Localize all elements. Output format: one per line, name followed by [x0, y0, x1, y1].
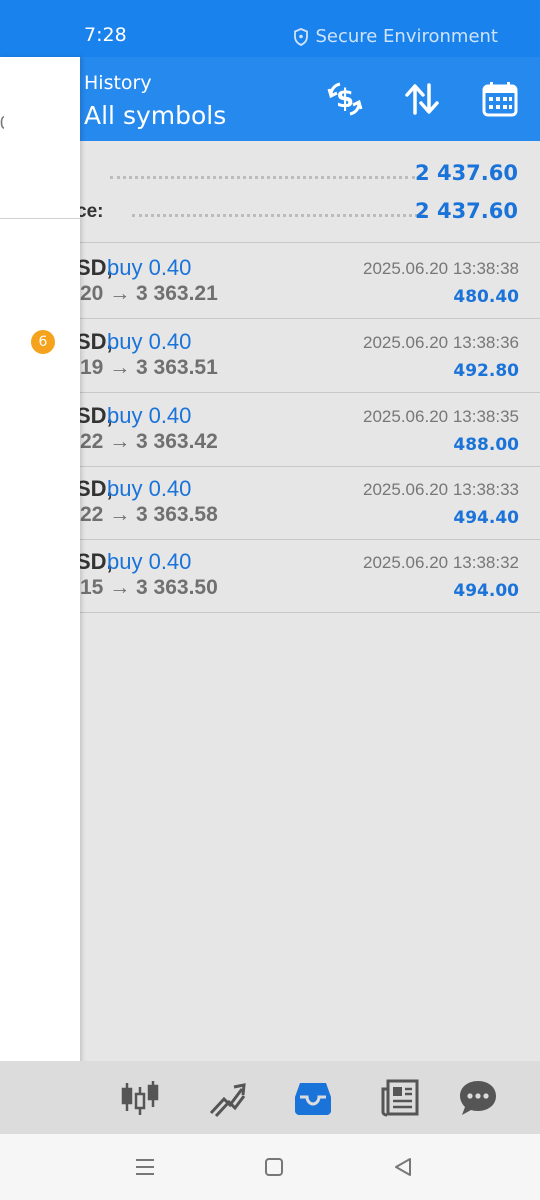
- inbox-icon: [295, 1083, 331, 1115]
- drawer-divider: [0, 218, 80, 219]
- candlestick-icon: [121, 1081, 159, 1115]
- deal-profit: 488.00: [453, 435, 519, 455]
- deal-time: 2025.06.20 13:38:38: [363, 259, 519, 278]
- quotes-tab[interactable]: [115, 1073, 165, 1123]
- home-button[interactable]: [256, 1152, 292, 1182]
- currency-exchange-button[interactable]: $: [321, 75, 369, 123]
- deal-prices: 22 → 3 363.58: [80, 503, 218, 526]
- trend-icon: [209, 1083, 246, 1118]
- summary-dots: [110, 176, 415, 179]
- deal-profit: 480.40: [453, 287, 519, 307]
- drawer-text-fragment: 0: [0, 113, 4, 134]
- deal-type: buy 0.40: [107, 255, 192, 280]
- deal-prices: 22 → 3 363.42: [80, 430, 218, 453]
- app-header: History All symbols $: [0, 57, 540, 141]
- summary-row-balance: ce: 2 437.60: [0, 193, 540, 231]
- deal-prices: 19 → 3 363.51: [80, 356, 218, 379]
- news-tab[interactable]: [375, 1073, 425, 1123]
- status-bar: 7:28 Secure Environment: [0, 0, 540, 57]
- deal-time: 2025.06.20 13:38:35: [363, 407, 519, 426]
- chat-icon: [460, 1081, 496, 1115]
- deal-row[interactable]: SD, buy 0.40 22 → 3 363.58 2025.06.20 13…: [0, 466, 540, 540]
- home-icon: [265, 1158, 283, 1176]
- system-navigation-bar: [0, 1134, 540, 1200]
- deal-time: 2025.06.20 13:38:36: [363, 333, 519, 352]
- svg-text:$: $: [336, 84, 354, 114]
- sort-button[interactable]: [398, 75, 446, 123]
- side-drawer[interactable]: 0 6: [0, 57, 80, 1134]
- bottom-tab-bar: [0, 1061, 540, 1134]
- deal-type: buy 0.40: [107, 549, 192, 574]
- calendar-icon: [482, 82, 518, 117]
- deal-row[interactable]: SD, buy 0.40 19 → 3 363.51 2025.06.20 13…: [0, 319, 540, 393]
- menu-button[interactable]: [127, 1152, 163, 1182]
- calendar-button[interactable]: [476, 75, 524, 123]
- back-button[interactable]: [385, 1152, 421, 1182]
- deal-profit: 492.80: [453, 361, 519, 381]
- back-icon: [395, 1158, 411, 1176]
- deal-time: 2025.06.20 13:38:32: [363, 553, 519, 572]
- newspaper-icon: [381, 1079, 419, 1117]
- messages-tab[interactable]: [453, 1073, 503, 1123]
- deal-row[interactable]: SD, buy 0.40 20 → 3 363.21 2025.06.20 13…: [0, 245, 540, 319]
- deal-type: buy 0.40: [107, 403, 192, 428]
- deal-type: buy 0.40: [107, 329, 192, 354]
- history-content[interactable]: 2 437.60 ce: 2 437.60 SD, buy 0.40 20 → …: [0, 141, 540, 1061]
- deal-row[interactable]: SD, buy 0.40 22 → 3 363.42 2025.06.20 13…: [0, 393, 540, 467]
- header-title[interactable]: All symbols: [84, 101, 226, 130]
- deal-time: 2025.06.20 13:38:33: [363, 480, 519, 499]
- deal-profit: 494.00: [453, 581, 519, 601]
- status-time: 7:28: [84, 24, 127, 46]
- header-subtitle: History: [84, 72, 152, 94]
- summary-value: 2 437.60: [415, 161, 518, 185]
- chart-tab[interactable]: [202, 1073, 252, 1123]
- deal-row[interactable]: SD, buy 0.40 15 → 3 363.50 2025.06.20 13…: [0, 539, 540, 613]
- notification-badge[interactable]: 6: [31, 330, 55, 354]
- menu-icon: [136, 1159, 154, 1175]
- deal-prices: 20 → 3 363.21: [80, 282, 218, 305]
- secure-text: Secure Environment: [315, 26, 498, 47]
- sort-icon: [405, 83, 439, 115]
- summary-value: 2 437.60: [415, 199, 518, 223]
- shield-icon: [294, 27, 309, 46]
- deal-profit: 494.40: [453, 508, 519, 528]
- deal-prices: 15 → 3 363.50: [80, 576, 218, 599]
- deal-type: buy 0.40: [107, 476, 192, 501]
- history-tab[interactable]: [288, 1073, 338, 1123]
- summary-label: ce:: [76, 201, 104, 222]
- secure-environment: Secure Environment: [293, 26, 498, 47]
- summary-divider: [0, 242, 540, 243]
- summary-dots: [132, 214, 425, 217]
- currency-exchange-icon: $: [327, 82, 363, 116]
- summary-row-profit: 2 437.60: [0, 155, 540, 193]
